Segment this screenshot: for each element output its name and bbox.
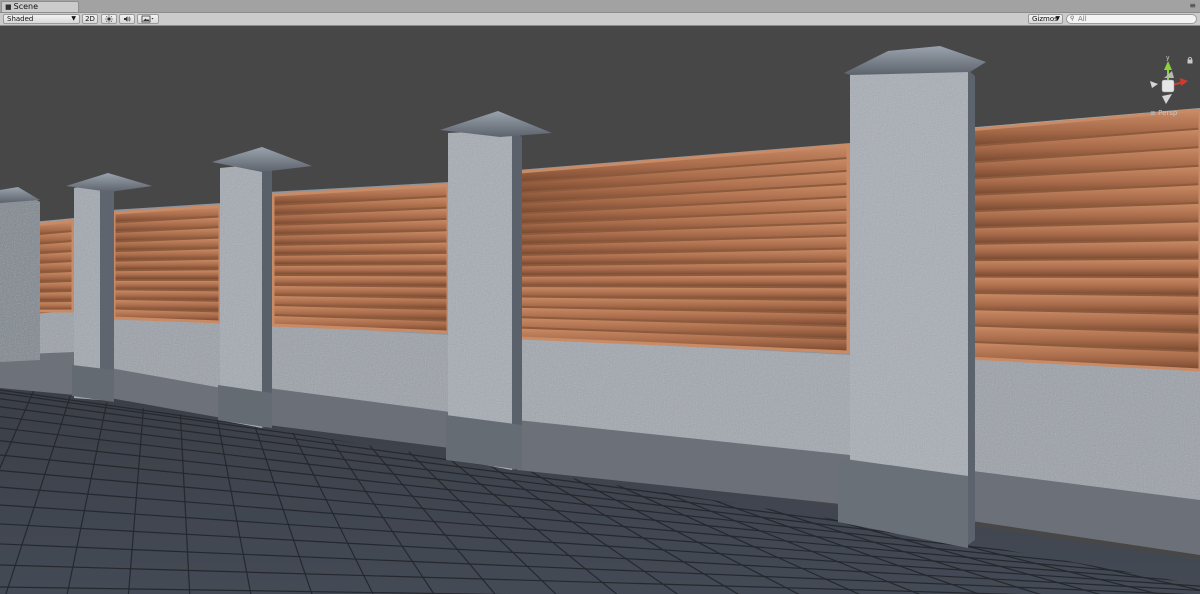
projection-label[interactable]: ≡ Persp — [1150, 109, 1190, 117]
window-menu-icon[interactable]: ≡ — [1189, 0, 1196, 11]
hierarchy-search[interactable]: ⚲ — [1066, 14, 1197, 24]
scene-render — [0, 46, 1200, 594]
chevron-down-icon: ▼ — [1055, 15, 1060, 22]
scene-window: ■ Scene ≡ Shaded ▼ 2D Gizmos ▼ ⚲ All y ≡… — [0, 0, 1200, 594]
wood-slat — [968, 277, 1200, 295]
scene-lighting-toggle[interactable] — [101, 14, 117, 24]
projection-icon: ≡ — [1150, 109, 1156, 117]
axis-y-label: y — [1166, 56, 1170, 62]
sun-icon — [105, 15, 113, 23]
wood-slat — [520, 275, 848, 287]
wood-slat — [114, 270, 220, 279]
tab-bar: ■ Scene ≡ — [0, 0, 1200, 13]
projection-mode-text: Persp — [1158, 109, 1178, 117]
scene-icon: ■ — [5, 3, 12, 11]
axis-x-cone — [1180, 78, 1188, 86]
shading-mode-dropdown[interactable]: Shaded ▼ — [3, 14, 80, 24]
pillar-1 — [0, 187, 40, 362]
wood-slat — [114, 280, 220, 290]
gizmos-dropdown[interactable]: Gizmos ▼ — [1028, 14, 1063, 24]
shading-mode-value: Shaded — [7, 15, 34, 23]
search-icon: ⚲ — [1070, 15, 1075, 22]
axis-y-cone — [1164, 61, 1172, 70]
chevron-down-icon: ▼ — [71, 15, 76, 22]
tab-scene-label: Scene — [13, 2, 39, 11]
pillar-5 — [838, 46, 986, 548]
wood-slat — [968, 259, 1200, 277]
image-effects-icon — [141, 15, 154, 23]
wood-slat — [273, 265, 448, 275]
tab-scene[interactable]: ■ Scene — [1, 1, 79, 12]
scene-toolbar: Shaded ▼ 2D Gizmos ▼ ⚲ All — [0, 13, 1200, 26]
scene-effects-toggle[interactable] — [137, 14, 159, 24]
speaker-icon — [124, 16, 131, 22]
scene-viewport[interactable]: y ≡ Persp — [0, 26, 1200, 594]
gizmos-label: Gizmos — [1032, 15, 1058, 23]
scene-audio-toggle[interactable] — [119, 14, 135, 24]
mode-2d-button[interactable]: 2D — [82, 14, 98, 24]
lock-icon[interactable] — [1186, 56, 1194, 64]
search-input[interactable] — [1078, 15, 1188, 23]
